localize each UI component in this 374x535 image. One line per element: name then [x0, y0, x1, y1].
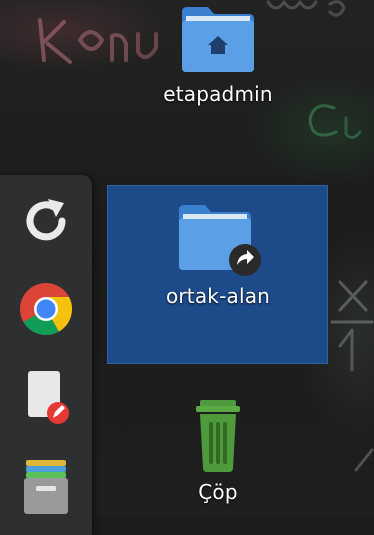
desktop-icon-trash[interactable]: Çöp: [130, 398, 306, 504]
file-cabinet-icon: [24, 460, 68, 514]
shared-folder-icon: [179, 205, 261, 276]
file-manager-launcher[interactable]: [14, 450, 78, 514]
chrome-launcher[interactable]: [14, 277, 78, 341]
refresh-launcher[interactable]: [14, 189, 78, 253]
refresh-icon: [26, 199, 66, 241]
trash-icon: [196, 400, 240, 472]
desktop-icon-etapadmin[interactable]: etapadmin: [130, 4, 306, 106]
desktop-icon-label: ortak-alan: [165, 284, 271, 308]
document-editor-launcher[interactable]: [14, 365, 78, 429]
document-edit-icon: [28, 371, 69, 424]
side-dock: [0, 175, 92, 535]
desktop-icon-ortak-alan[interactable]: ortak-alan: [130, 202, 306, 308]
chrome-icon: [20, 283, 72, 335]
desktop-icon-label: etapadmin: [163, 82, 273, 106]
desktop-icon-label: Çöp: [198, 480, 238, 504]
home-folder-icon: [182, 7, 254, 72]
